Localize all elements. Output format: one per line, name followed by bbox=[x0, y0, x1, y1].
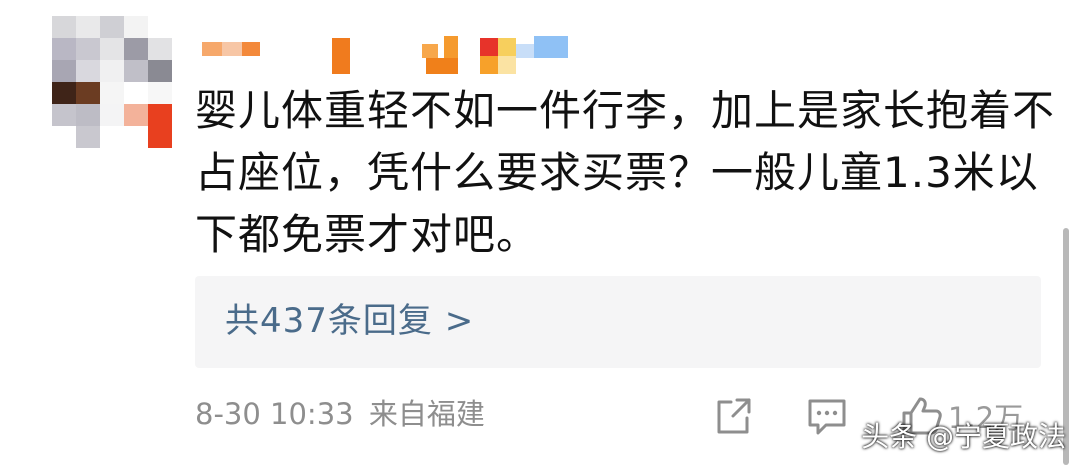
share-button[interactable] bbox=[713, 395, 753, 437]
timestamp: 8-30 10:33 bbox=[195, 397, 354, 431]
avatar[interactable] bbox=[52, 16, 172, 152]
replies-panel[interactable]: 共437条回复 > bbox=[195, 276, 1041, 368]
share-icon bbox=[717, 398, 751, 434]
comment-meta: 8-30 10:33 来自福建 bbox=[195, 394, 491, 434]
view-replies-link[interactable]: 共437条回复 > bbox=[225, 298, 474, 344]
watermark: 头条 @宁夏政法 bbox=[861, 420, 1066, 453]
comment-icon bbox=[808, 399, 846, 435]
comment-page: 婴儿体重轻不如一件行李，加上是家长抱着不占座位，凭什么要求买票？一般儿童1.3米… bbox=[0, 0, 1080, 465]
comment-text: 婴儿体重轻不如一件行李，加上是家长抱着不占座位，凭什么要求买票？一般儿童1.3米… bbox=[195, 86, 1056, 259]
location: 来自福建 bbox=[368, 397, 485, 431]
username-mosaic[interactable] bbox=[200, 36, 580, 76]
comment-button[interactable] bbox=[806, 395, 848, 437]
